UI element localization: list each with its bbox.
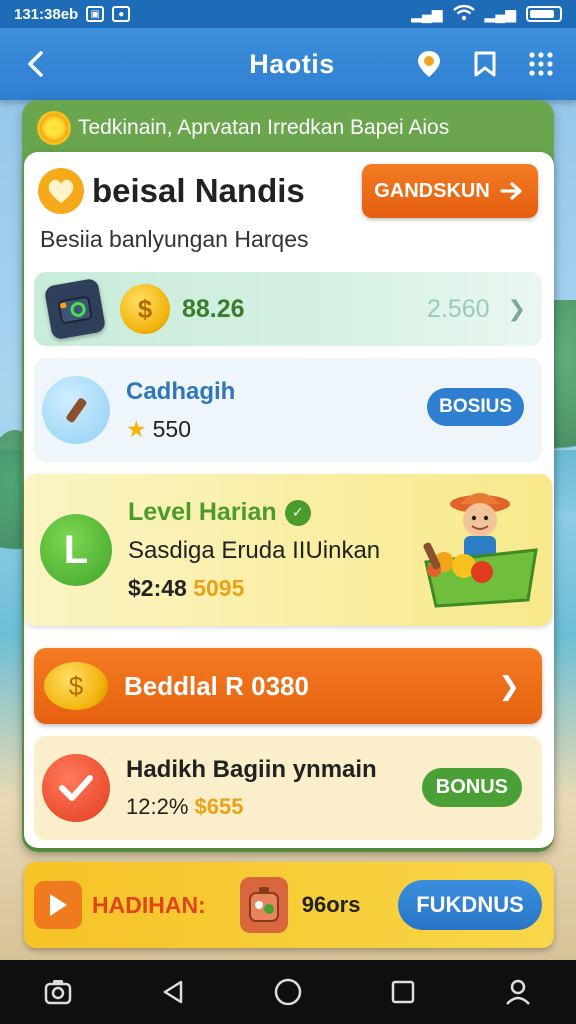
signal-icon-2: ▂▄▆ xyxy=(484,5,516,22)
heart-icon xyxy=(38,168,84,214)
daily-sub-primary: 12:2% xyxy=(126,794,189,819)
location-pin-button[interactable] xyxy=(414,49,444,79)
signal-icon: ▂▄▆ xyxy=(411,5,443,22)
gold-coin-icon: $ xyxy=(44,662,108,710)
wallet-row[interactable]: $ 88.26 2.560 ❯ xyxy=(34,272,542,346)
bookmark-icon xyxy=(474,51,496,77)
level-price-primary: $2:48 xyxy=(128,575,187,601)
system-nav-bar xyxy=(0,960,576,1024)
page-title: Haotis xyxy=(249,48,335,79)
person-icon xyxy=(506,979,531,1005)
location-pin-icon xyxy=(418,51,440,77)
reward-label: Beddlal R 0380 xyxy=(124,670,309,701)
camera-icon xyxy=(44,980,71,1005)
banner-text: Tedkinain, Aprvatan Irredkan Bapei Aios xyxy=(78,116,450,139)
daily-bonus-button[interactable]: BONUS xyxy=(421,768,522,807)
grid-menu-button[interactable] xyxy=(526,49,556,79)
level-badge-icon: L xyxy=(40,514,112,586)
cash-bonus-button[interactable]: BOSIUS xyxy=(427,388,524,426)
wallet-balance: 88.26 xyxy=(182,294,245,323)
sparkle-arrow-icon xyxy=(500,182,522,200)
chevron-left-icon xyxy=(28,51,43,77)
daily-sub-secondary: $655 xyxy=(194,794,244,819)
checkmark-badge-icon xyxy=(42,754,110,822)
camera-nav-button[interactable] xyxy=(38,972,78,1012)
check-icon: ✓ xyxy=(284,499,311,526)
dollar-coin-icon: $ xyxy=(120,284,170,334)
daily-bonus-row[interactable]: Hadikh Bagiin ynmain 12:2% $655 BONUS xyxy=(34,736,542,840)
play-icon xyxy=(34,881,82,929)
status-time: 131:38eb xyxy=(14,5,79,23)
cash-title: Cadhagih xyxy=(126,377,236,405)
battery-icon xyxy=(526,6,562,22)
robot-gift-icon xyxy=(239,877,288,933)
info-banner: Tedkinain, Aprvatan Irredkan Bapei Aios xyxy=(22,104,554,152)
wallet-icon xyxy=(43,277,107,341)
reward-row[interactable]: $ Beddlal R 0380 ❯ xyxy=(34,648,542,724)
farmer-basket-illustration xyxy=(423,493,538,608)
bookmark-button[interactable] xyxy=(470,49,500,79)
bottom-promo-label: HADIHAN: xyxy=(92,891,206,918)
wifi-icon xyxy=(452,4,475,24)
grid-menu-icon xyxy=(529,52,553,76)
primary-action-button[interactable]: GANDSKUN xyxy=(362,164,538,218)
back-button[interactable] xyxy=(20,49,50,79)
shield-notification-icon: ● xyxy=(112,6,131,22)
chevron-right-icon: ❯ xyxy=(498,670,520,701)
triangle-back-icon xyxy=(163,980,183,1004)
cash-row[interactable]: Cadhagih ★ 550 BOSIUS xyxy=(34,358,542,462)
user-subtitle: Besiia banlyungan Harqes xyxy=(40,226,309,252)
wallet-secondary-value: 2.560 xyxy=(427,294,490,323)
level-subtitle: Sasdiga Eruda IIUinkan xyxy=(128,537,381,564)
status-bar: 131:38eb ▣ ● ▂▄▆ ▂▄▆ xyxy=(0,0,576,28)
bottom-promo-button[interactable]: FUKDNUS xyxy=(398,880,542,930)
bottom-promo-banner[interactable]: HADIHAN: 96ors FUKDNUS xyxy=(24,862,554,948)
level-row[interactable]: L Level Harian ✓ Sasdiga Eruda IIUinkan … xyxy=(24,474,552,626)
user-name: beisal Nandis xyxy=(92,172,305,209)
assistant-nav-button[interactable] xyxy=(498,972,538,1012)
home-nav-button[interactable] xyxy=(268,972,308,1012)
recents-nav-button[interactable] xyxy=(383,972,423,1012)
level-title: Level Harian xyxy=(128,498,277,526)
star-icon: ★ xyxy=(126,415,147,442)
square-recents-icon xyxy=(391,980,415,1004)
gallery-notification-icon: ▣ xyxy=(86,6,105,22)
daily-title: Hadikh Bagiin ynmain xyxy=(126,756,377,783)
primary-action-label: GANDSKUN xyxy=(374,179,490,202)
app-bar: Haotis xyxy=(0,28,576,100)
chevron-right-icon: ❯ xyxy=(507,296,526,321)
back-nav-button[interactable] xyxy=(153,972,193,1012)
bottom-promo-count: 96ors xyxy=(301,892,361,917)
sun-icon xyxy=(40,114,68,142)
circle-home-icon xyxy=(274,978,302,1006)
tool-icon xyxy=(42,376,110,444)
cash-amount: 550 xyxy=(152,415,191,442)
level-price-secondary: 5095 xyxy=(193,575,245,601)
